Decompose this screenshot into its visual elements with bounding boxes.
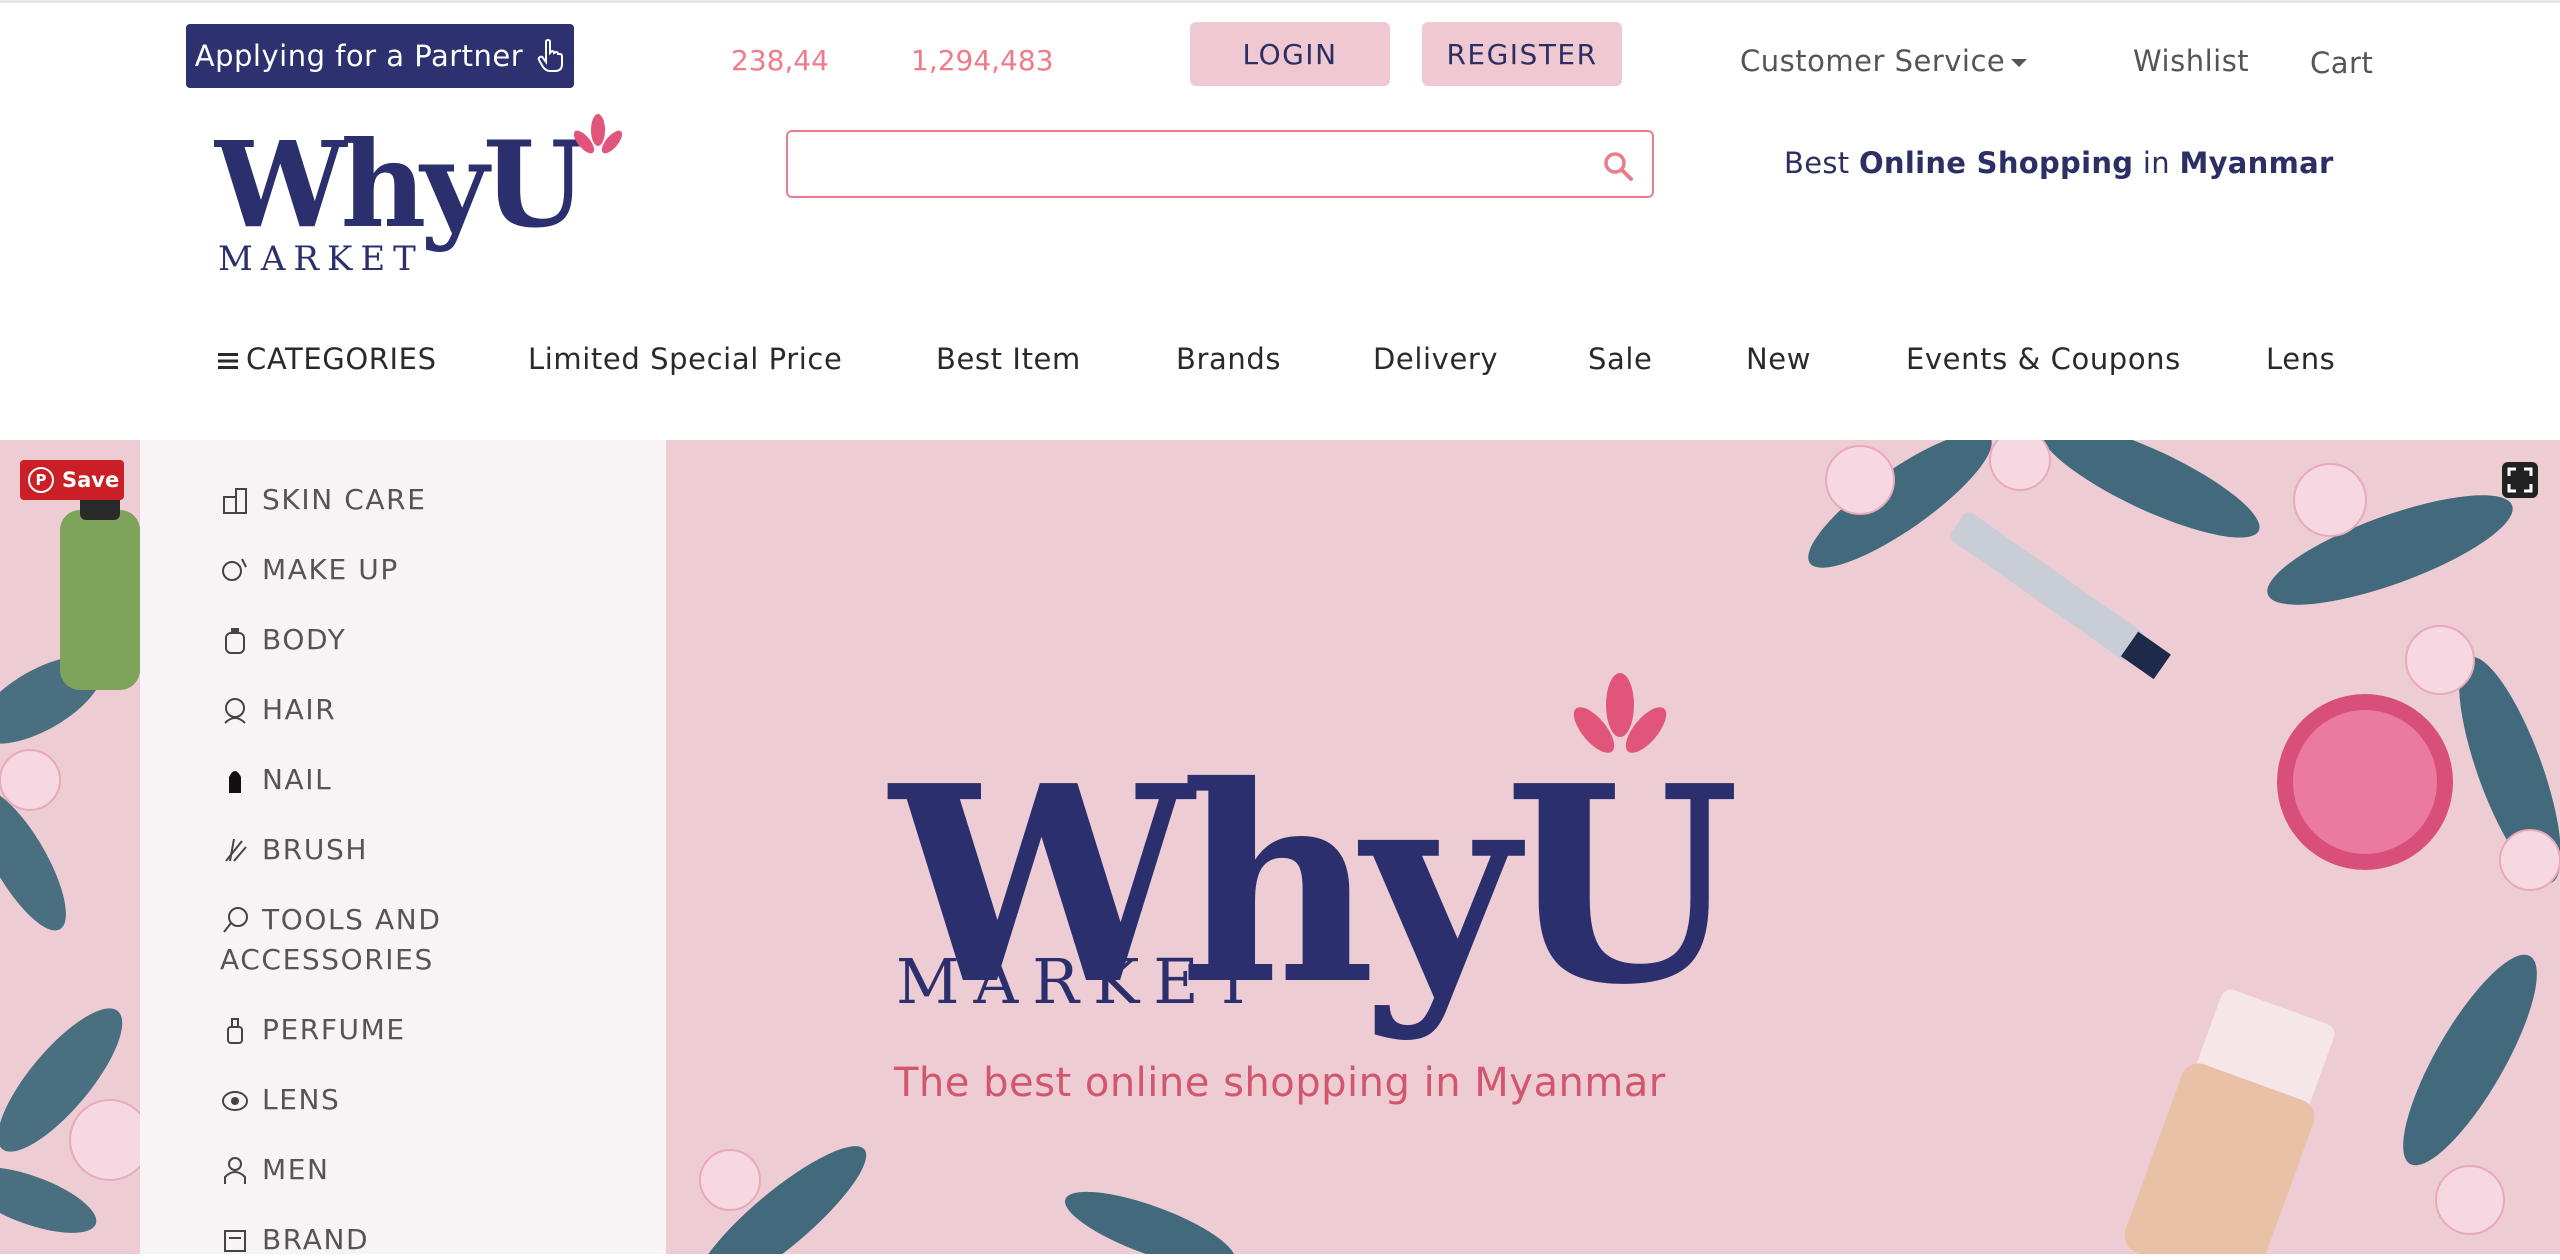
- hero-logo-sub: MARKET: [896, 945, 1268, 1018]
- logo-word: WhyU: [214, 115, 584, 254]
- nav-item-delivery[interactable]: Delivery: [1373, 342, 1498, 376]
- pinterest-save-button[interactable]: P Save: [20, 460, 124, 500]
- sidebar-item-label: TOOLS AND ACCESSORIES: [220, 903, 442, 976]
- sidebar-item-label: BRAND: [262, 1223, 370, 1256]
- visitor-counter-total: 1,294,483: [911, 44, 1054, 77]
- apply-partner-button[interactable]: Applying for a Partner: [186, 24, 574, 88]
- search-input[interactable]: [808, 142, 1572, 188]
- sidebar-item-label: HAIR: [262, 693, 337, 726]
- wishlist-link[interactable]: Wishlist: [2133, 44, 2249, 78]
- nav-item-lens[interactable]: Lens: [2266, 342, 2335, 376]
- sidebar-item-make-up[interactable]: MAKE UP: [220, 550, 399, 590]
- lens-icon: [222, 1091, 248, 1111]
- hand-pointer-icon: [537, 39, 564, 72]
- nav-item-best-item[interactable]: Best Item: [936, 342, 1081, 376]
- nav-item-brands[interactable]: Brands: [1176, 342, 1281, 376]
- hair-icon: [224, 698, 246, 724]
- logo-sub: MARKET: [218, 239, 424, 279]
- visitor-counter-today: 238,44: [731, 44, 829, 77]
- perfume-icon: [227, 1018, 243, 1044]
- sidebar-item-label: MAKE UP: [262, 553, 399, 586]
- brand-icon: [224, 1230, 246, 1252]
- search-icon[interactable]: [1602, 150, 1634, 182]
- men-icon: [224, 1157, 246, 1184]
- body-icon: [225, 628, 245, 654]
- cart-link[interactable]: Cart: [2310, 46, 2373, 80]
- login-button[interactable]: LOGIN: [1190, 22, 1390, 86]
- apply-partner-label: Applying for a Partner: [194, 39, 524, 73]
- sidebar-item-lens[interactable]: LENS: [220, 1080, 340, 1120]
- nav-item-limited-special-price[interactable]: Limited Special Price: [528, 342, 842, 376]
- nav-categories-label: CATEGORIES: [246, 342, 437, 376]
- nav-item-events-coupons[interactable]: Events & Coupons: [1906, 342, 2181, 376]
- register-button[interactable]: REGISTER: [1422, 22, 1622, 86]
- customer-service-label: Customer Service: [1740, 44, 2006, 78]
- nav-item-new[interactable]: New: [1746, 342, 1811, 376]
- sidebar-item-label: BODY: [262, 623, 347, 656]
- sidebar-item-label: LENS: [262, 1083, 341, 1116]
- main-nav: CATEGORIES Limited Special Price Best It…: [0, 342, 2560, 382]
- sidebar-item-skin-care[interactable]: SKIN CARE: [220, 480, 427, 520]
- sidebar-item-hair[interactable]: HAIR: [220, 690, 336, 730]
- tagline-text-1: Best: [1784, 146, 1859, 180]
- category-sidebar: SKIN CARE MAKE UP BODY HAIR NAIL BRUSH T…: [140, 440, 666, 1256]
- sidebar-item-tools-and-accessories[interactable]: TOOLS AND ACCESSORIES: [220, 900, 520, 980]
- sidebar-item-label: MEN: [262, 1153, 330, 1186]
- sidebar-item-nail[interactable]: NAIL: [220, 760, 332, 800]
- sidebar-item-brush[interactable]: BRUSH: [220, 830, 368, 870]
- sidebar-item-brand[interactable]: BRAND: [220, 1220, 369, 1260]
- top-border: [0, 0, 2560, 3]
- chevron-down-icon: [2011, 59, 2028, 67]
- sidebar-item-body[interactable]: BODY: [220, 620, 346, 660]
- sidebar-item-label: NAIL: [262, 763, 333, 796]
- tagline-text-4: Myanmar: [2179, 146, 2334, 180]
- fullscreen-icon[interactable]: [2500, 460, 2540, 500]
- sidebar-item-men[interactable]: MEN: [220, 1150, 330, 1190]
- nail-icon: [229, 771, 241, 793]
- hero-subtitle: The best online shopping in Myanmar: [894, 1060, 1666, 1106]
- site-logo[interactable]: WhyU MARKET: [214, 108, 624, 298]
- pinterest-save-label: Save: [62, 468, 120, 492]
- tagline-text-3: in: [2133, 146, 2180, 180]
- sidebar-item-perfume[interactable]: PERFUME: [220, 1010, 406, 1050]
- nav-item-sale[interactable]: Sale: [1588, 342, 1652, 376]
- make-up-icon: [222, 558, 247, 581]
- tagline-text-2: Online Shopping: [1858, 146, 2134, 180]
- customer-service-menu[interactable]: Customer Service: [1740, 44, 2028, 78]
- sidebar-item-label: SKIN CARE: [262, 483, 427, 516]
- brush-icon: [225, 838, 247, 862]
- tools-icon: [223, 907, 248, 933]
- site-tagline: Best Online Shopping in Myanmar: [1784, 146, 2334, 180]
- hamburger-menu-icon: [218, 353, 238, 369]
- sidebar-item-label: PERFUME: [262, 1013, 406, 1046]
- skin-care-icon: [223, 488, 247, 514]
- pinterest-icon: P: [28, 467, 54, 493]
- sidebar-item-label: BRUSH: [262, 833, 368, 866]
- nav-categories[interactable]: CATEGORIES: [218, 342, 437, 376]
- search-bar: [786, 130, 1654, 198]
